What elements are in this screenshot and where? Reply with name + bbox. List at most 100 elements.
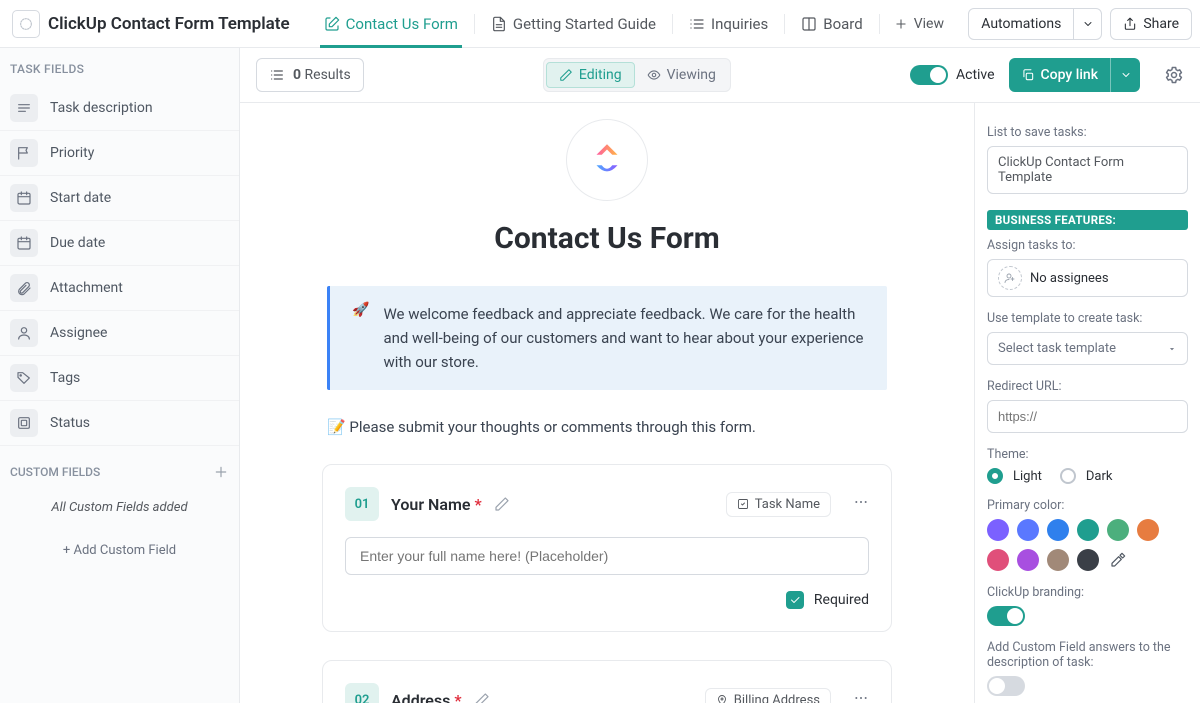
color-swatch[interactable] (987, 519, 1009, 541)
calendar-icon (16, 190, 32, 206)
color-swatch[interactable] (1077, 549, 1099, 571)
form-callout[interactable]: 🚀 We welcome feedback and appreciate fee… (327, 286, 887, 390)
tab-contact-form[interactable]: Contact Us Form (310, 0, 472, 47)
canvas-wrap: Contact Us Form 🚀 We welcome feedback an… (240, 102, 1200, 703)
field-menu-button[interactable] (853, 690, 869, 703)
color-swatch[interactable] (1047, 519, 1069, 541)
color-swatch[interactable] (1017, 549, 1039, 571)
field-task-description[interactable]: Task description (0, 86, 239, 131)
automations-button[interactable]: Automations (968, 8, 1102, 40)
board-icon (801, 16, 817, 32)
required-checkbox[interactable] (786, 591, 804, 609)
business-features-banner: BUSINESS FEATURES: (987, 210, 1188, 230)
custom-fields-header: CUSTOM FIELDS (0, 446, 239, 490)
pencil-icon[interactable] (474, 692, 490, 703)
memo-emoji: 📝 (327, 418, 346, 436)
tab-inquiries[interactable]: Inquiries (675, 0, 782, 47)
redirect-input[interactable] (987, 400, 1188, 433)
calendar-icon (16, 235, 32, 251)
share-label: Share (1143, 16, 1179, 32)
color-swatch[interactable] (1137, 519, 1159, 541)
results-box[interactable]: 0 Results (256, 58, 364, 92)
field-type-badge[interactable]: Task Name (726, 492, 831, 517)
field-due-date[interactable]: Due date (0, 221, 239, 266)
field-placeholder-input[interactable] (345, 537, 869, 575)
editing-mode-button[interactable]: Editing (546, 62, 635, 88)
custom-fields-message: All Custom Fields added (0, 490, 239, 533)
eyedropper-icon (1110, 552, 1126, 568)
plus-icon[interactable] (213, 464, 229, 480)
theme-dark-radio[interactable] (1060, 468, 1076, 484)
location-icon (716, 694, 728, 703)
share-button[interactable]: Share (1110, 8, 1192, 40)
pencil-icon[interactable] (494, 496, 510, 512)
tag-icon (16, 370, 32, 386)
settings-button[interactable] (1164, 65, 1184, 85)
viewing-mode-button[interactable]: Viewing (635, 63, 728, 87)
field-number: 02 (345, 683, 379, 703)
field-type-badge[interactable]: Billing Address (705, 688, 831, 703)
flag-icon (16, 145, 32, 161)
add-custom-field-button[interactable]: + Add Custom Field (0, 533, 239, 568)
form-note[interactable]: 📝 Please submit your thoughts or comment… (327, 418, 887, 436)
callout-text: We welcome feedback and appreciate feedb… (383, 302, 865, 374)
theme-dark-label: Dark (1086, 469, 1113, 484)
form-field-address[interactable]: 02 Address * Billing Address (322, 660, 892, 703)
editing-label: Editing (579, 67, 622, 83)
form-logo[interactable] (566, 119, 648, 201)
cf-answers-toggle[interactable] (987, 676, 1025, 696)
plus-icon (894, 17, 908, 31)
assign-label: Assign tasks to: (987, 238, 1188, 253)
cf-answers-label: Add Custom Field answers to the descript… (987, 640, 1188, 670)
form-title[interactable]: Contact Us Form (494, 221, 720, 256)
color-swatch[interactable] (987, 549, 1009, 571)
list-input[interactable]: ClickUp Contact Form Template (987, 146, 1188, 194)
tab-board[interactable]: Board (787, 0, 876, 47)
tab-label: Contact Us Form (346, 15, 458, 33)
color-swatch[interactable] (1077, 519, 1099, 541)
branding-toggle[interactable] (987, 606, 1025, 626)
copy-link-button[interactable]: Copy link (1009, 58, 1140, 92)
active-toggle-box: Active (910, 65, 995, 85)
tab-getting-started[interactable]: Getting Started Guide (477, 0, 670, 47)
chevron-down-icon[interactable] (1110, 58, 1140, 92)
field-menu-button[interactable] (853, 494, 869, 514)
clickup-icon (586, 139, 628, 181)
chevron-down-icon[interactable] (1073, 9, 1101, 39)
active-toggle[interactable] (910, 65, 948, 85)
color-swatch[interactable] (1047, 549, 1069, 571)
field-assignee[interactable]: Assignee (0, 311, 239, 356)
task-fields-header: TASK FIELDS (0, 48, 239, 86)
theme-light-radio[interactable] (987, 468, 1003, 484)
field-attachment[interactable]: Attachment (0, 266, 239, 311)
app-logo (12, 10, 40, 38)
field-tags[interactable]: Tags (0, 356, 239, 401)
color-swatch[interactable] (1107, 519, 1129, 541)
primary-color-label: Primary color: (987, 498, 1188, 513)
tab-label: Getting Started Guide (513, 15, 656, 33)
active-label: Active (956, 67, 995, 83)
list-icon (269, 67, 285, 83)
note-text: Please submit your thoughts or comments … (349, 418, 755, 436)
field-start-date[interactable]: Start date (0, 176, 239, 221)
viewing-label: Viewing (667, 67, 716, 83)
rocket-emoji: 🚀 (352, 302, 369, 374)
template-label: Use template to create task: (987, 311, 1188, 326)
assignee-selector[interactable]: No assignees (987, 259, 1188, 297)
template-select[interactable]: Select task template (987, 332, 1188, 365)
color-picker-button[interactable] (1107, 549, 1129, 571)
form-field-name[interactable]: 01 Your Name * Task Name Required (322, 464, 892, 632)
automations-label: Automations (969, 16, 1073, 32)
field-label: Due date (50, 235, 105, 251)
text-icon (16, 100, 32, 116)
add-view-button[interactable]: View (882, 16, 956, 32)
view-tabs: Contact Us Form Getting Started Guide In… (310, 0, 956, 47)
task-fields-list: Task description Priority Start date Due… (0, 86, 239, 446)
check-icon (789, 594, 801, 606)
field-priority[interactable]: Priority (0, 131, 239, 176)
results-label: Results (305, 67, 351, 83)
color-swatch[interactable] (1017, 519, 1039, 541)
doc-icon (491, 16, 507, 32)
field-number: 01 (345, 487, 379, 521)
field-status[interactable]: Status (0, 401, 239, 446)
